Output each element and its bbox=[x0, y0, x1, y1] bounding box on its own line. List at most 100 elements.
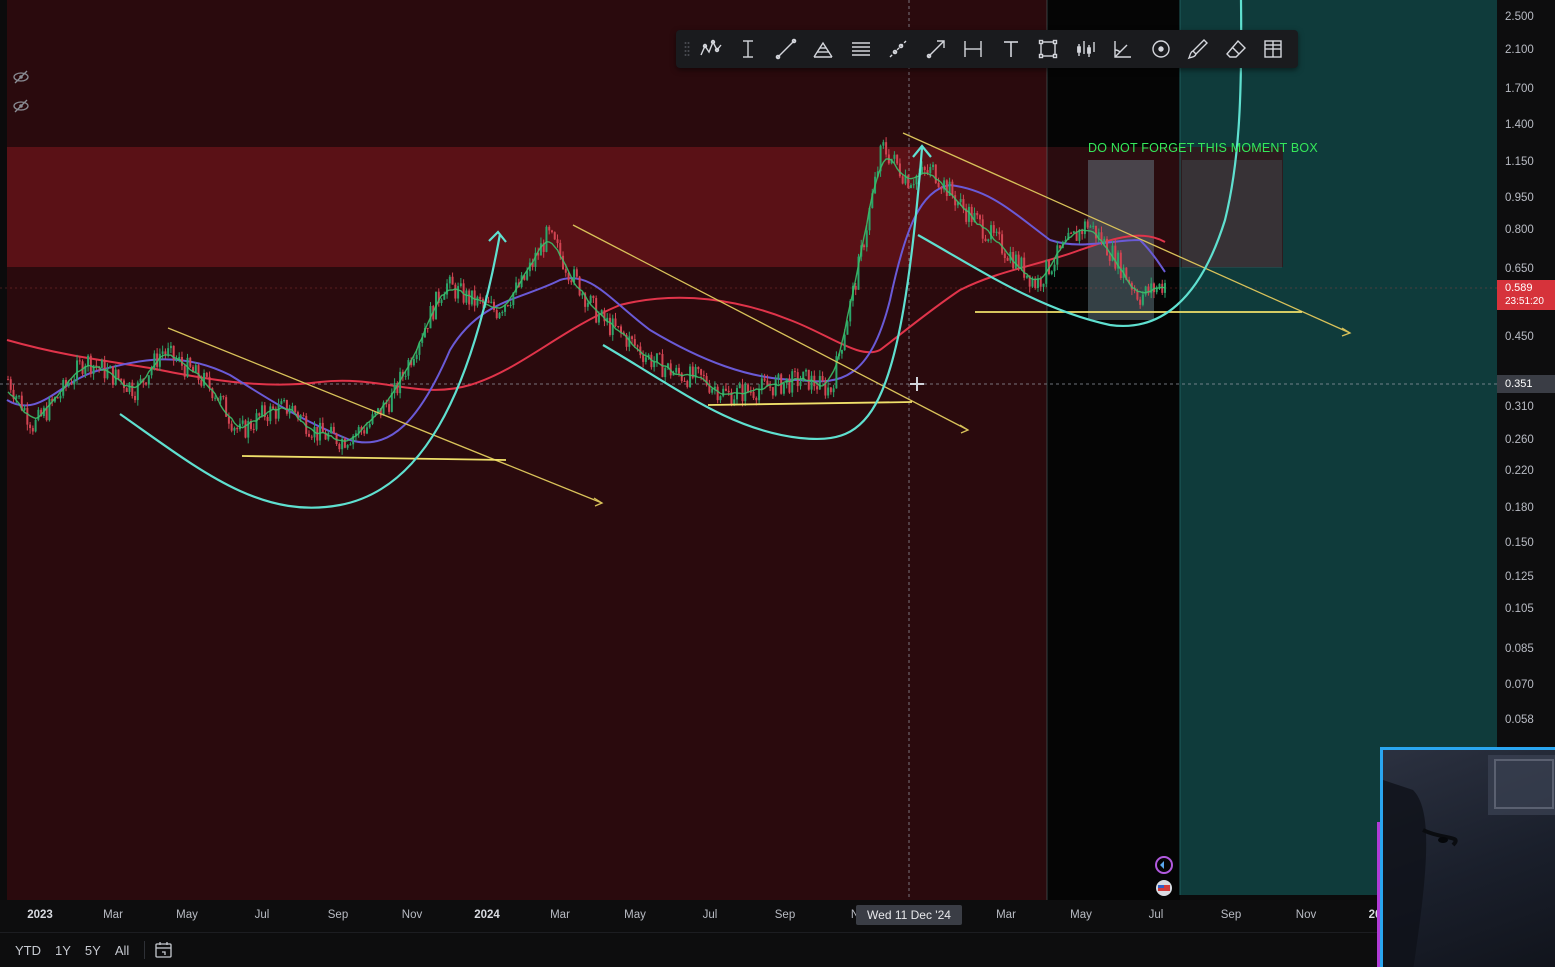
candle-body bbox=[702, 374, 705, 377]
candle-body bbox=[349, 444, 352, 446]
candle-body bbox=[678, 367, 681, 374]
candle-body bbox=[125, 388, 128, 392]
candle-body bbox=[161, 351, 164, 354]
trend-line-icon[interactable] bbox=[767, 32, 805, 66]
candle-body bbox=[747, 384, 750, 392]
eye-off-icon[interactable] bbox=[12, 97, 30, 115]
candle-body bbox=[183, 365, 186, 377]
price-tick-label: 0.310 bbox=[1505, 400, 1534, 413]
drag-handle-icon[interactable] bbox=[682, 39, 692, 59]
range-5y-button[interactable]: 5Y bbox=[78, 943, 108, 958]
candle-body bbox=[343, 439, 346, 448]
time-tick-label: May bbox=[624, 909, 646, 921]
candle-body bbox=[556, 239, 559, 243]
bars-pattern-icon[interactable] bbox=[1067, 32, 1105, 66]
candle-body bbox=[548, 226, 551, 231]
time-tick-label: Jul bbox=[254, 909, 270, 921]
candle-body bbox=[70, 383, 73, 385]
candle-body bbox=[214, 397, 217, 399]
price-tick-label: 0.058 bbox=[1505, 714, 1534, 726]
measure-icon[interactable] bbox=[955, 32, 993, 66]
candle-body bbox=[992, 225, 995, 233]
candle-body bbox=[200, 379, 203, 386]
candle-body bbox=[758, 389, 761, 401]
candle-body bbox=[18, 395, 21, 397]
horizontal-lines-icon[interactable] bbox=[842, 32, 880, 66]
hidden-objects-indicator[interactable] bbox=[12, 68, 30, 126]
bar-countdown: 23:51:20 bbox=[1505, 296, 1544, 307]
candle-body bbox=[448, 276, 451, 284]
range-ytd-button[interactable]: YTD bbox=[8, 943, 48, 958]
candle-body bbox=[898, 163, 901, 177]
candle-body bbox=[197, 365, 200, 380]
candle-body bbox=[570, 280, 573, 283]
current-price-value: 0.589 bbox=[1505, 282, 1533, 294]
candle-body bbox=[330, 426, 333, 434]
candle-body bbox=[816, 386, 819, 390]
candle-body bbox=[1070, 232, 1073, 234]
angle-icon[interactable] bbox=[1105, 32, 1143, 66]
time-tick-label: 2024 bbox=[474, 909, 500, 921]
candle-body bbox=[205, 372, 208, 377]
replay-controls[interactable] bbox=[1152, 853, 1176, 900]
candle-body bbox=[636, 345, 639, 347]
go-to-date-icon[interactable] bbox=[153, 939, 175, 961]
candle-body bbox=[614, 318, 617, 327]
candle-body bbox=[158, 353, 161, 367]
candle-body bbox=[440, 299, 443, 304]
text-cursor-icon[interactable] bbox=[730, 32, 768, 66]
candle-body bbox=[319, 422, 322, 441]
candle-body bbox=[967, 206, 970, 222]
candle-body bbox=[697, 367, 700, 370]
candle-body bbox=[465, 290, 468, 303]
price-chart[interactable] bbox=[0, 0, 1497, 900]
candle-body bbox=[1092, 225, 1095, 227]
candle-body bbox=[752, 391, 755, 398]
candle-body bbox=[1114, 245, 1117, 269]
candle-body bbox=[763, 378, 766, 381]
candle-body bbox=[34, 419, 37, 432]
candle-body bbox=[299, 415, 302, 419]
candle-body bbox=[412, 359, 415, 366]
candle-body bbox=[1050, 271, 1053, 275]
rectangle-icon[interactable] bbox=[1030, 32, 1068, 66]
eraser-icon[interactable] bbox=[1217, 32, 1255, 66]
candle-body bbox=[56, 397, 59, 399]
ray-icon[interactable] bbox=[880, 32, 918, 66]
candle-body bbox=[1141, 294, 1144, 305]
candle-body bbox=[67, 383, 70, 387]
candle-body bbox=[31, 428, 34, 432]
circle-target-icon[interactable] bbox=[1142, 32, 1180, 66]
text-icon[interactable] bbox=[992, 32, 1030, 66]
candle-body bbox=[976, 213, 979, 216]
candle-body bbox=[1053, 264, 1056, 272]
chart-area[interactable]: DO NOT FORGET THIS MOMENT BOX bbox=[0, 0, 1497, 900]
drawing-toolbar[interactable] bbox=[676, 30, 1298, 68]
moment-box-projection[interactable] bbox=[1182, 160, 1282, 268]
range-1y-button[interactable]: 1Y bbox=[48, 943, 78, 958]
candle-body bbox=[642, 355, 645, 362]
candle-body bbox=[1014, 254, 1017, 269]
candle-body bbox=[1023, 257, 1026, 278]
pattern-tool-icon[interactable] bbox=[692, 32, 730, 66]
candle-body bbox=[937, 182, 940, 188]
candle-body bbox=[589, 295, 592, 303]
brush-icon[interactable] bbox=[1180, 32, 1218, 66]
candle-body bbox=[285, 400, 288, 414]
candle-body bbox=[854, 285, 857, 290]
arrow-line-icon[interactable] bbox=[917, 32, 955, 66]
time-axis[interactable]: 2023 Mar May Jul Sep Nov 2024 Mar May Jul Sep N Mar M… bbox=[0, 900, 1381, 932]
candle-body bbox=[799, 381, 802, 387]
candle-body bbox=[777, 374, 780, 380]
grid-icon[interactable] bbox=[1255, 32, 1293, 66]
moment-box-annotation[interactable]: DO NOT FORGET THIS MOMENT BOX bbox=[1088, 141, 1318, 155]
fib-tool-icon[interactable] bbox=[805, 32, 843, 66]
moment-box[interactable] bbox=[1088, 160, 1154, 320]
range-all-button[interactable]: All bbox=[108, 943, 136, 958]
eye-off-icon[interactable] bbox=[12, 68, 30, 86]
candle-body bbox=[26, 407, 29, 425]
candle-body bbox=[818, 375, 821, 390]
replay-icon[interactable] bbox=[1152, 853, 1176, 900]
candle-body bbox=[244, 420, 247, 438]
candle-body bbox=[653, 361, 656, 368]
